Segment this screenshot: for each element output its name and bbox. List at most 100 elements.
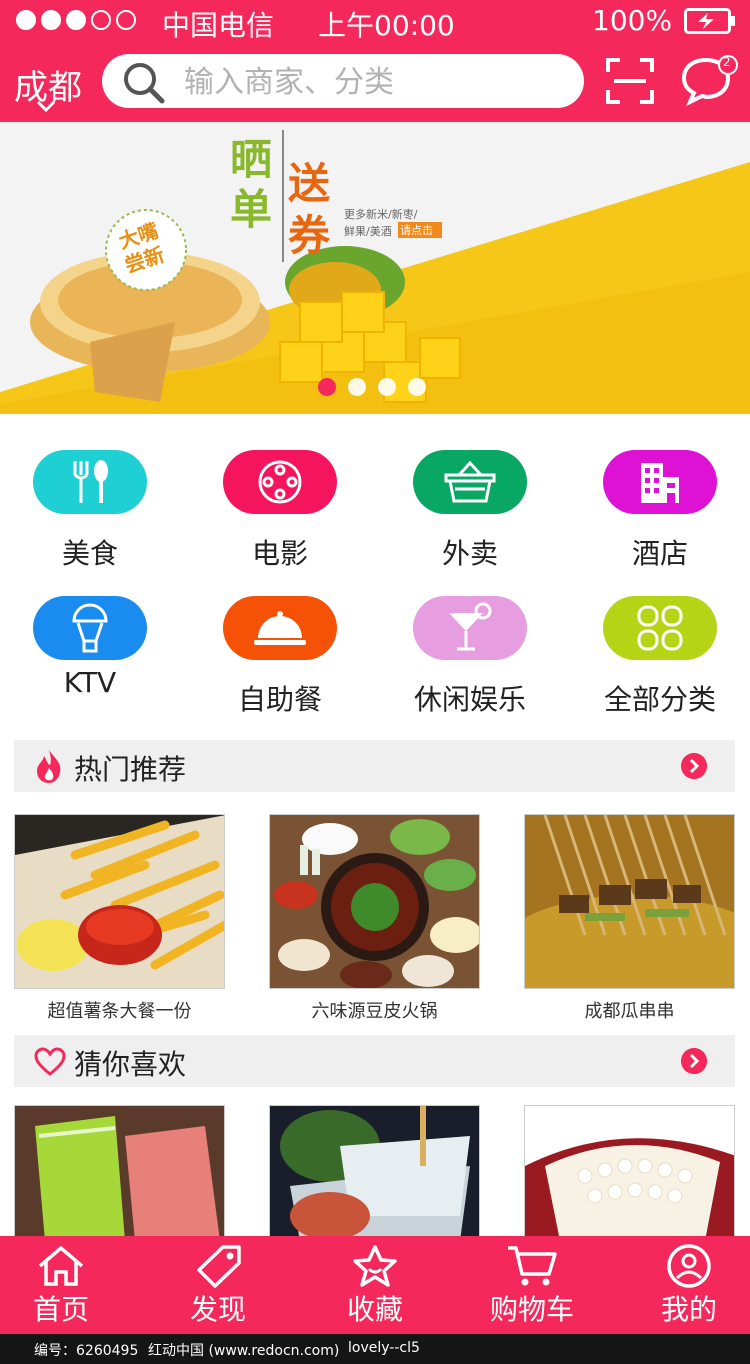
chat-bubble-icon — [681, 55, 738, 107]
tab-label: 发现 — [189, 1293, 246, 1326]
promo-banner[interactable]: 晒 单 送 券 大嘴 尝新 更多新米/新枣/ 鲜果/美酒 请点击 — [0, 122, 750, 414]
category-ktv[interactable]: KTV — [5, 596, 175, 699]
signal-dot-icon — [116, 10, 136, 30]
hotpot-image — [269, 814, 480, 989]
hotel-icon — [641, 463, 679, 503]
category-pill — [33, 450, 147, 514]
guess-item[interactable] — [14, 1105, 225, 1240]
fries-image — [14, 814, 225, 989]
category-pill — [223, 450, 337, 514]
section-title: 热门推荐 — [74, 753, 187, 786]
category-hotel[interactable]: 酒店 — [575, 450, 745, 572]
status-time: 上午00:00 — [318, 9, 455, 42]
tab-label: 收藏 — [346, 1293, 403, 1326]
category-label: 自助餐 — [237, 683, 322, 716]
carrier-name: 中国电信 — [162, 9, 275, 42]
item-title: 六味源豆皮火锅 — [311, 1001, 438, 1022]
battery-icon — [684, 8, 735, 34]
grid-icon — [637, 605, 683, 651]
banner-subtext: 鲜果/美酒 — [344, 225, 392, 238]
chevron-down-icon[interactable] — [36, 100, 56, 114]
category-all[interactable]: 全部分类 — [575, 596, 745, 718]
category-movie[interactable]: 电影 — [195, 450, 365, 572]
star-icon — [353, 1245, 397, 1287]
category-takeout[interactable]: 外卖 — [385, 450, 555, 572]
chevron-right-icon[interactable] — [681, 1048, 707, 1074]
category-buffet[interactable]: 自助餐 — [195, 596, 365, 718]
category-pill — [223, 596, 337, 660]
home-icon — [38, 1245, 84, 1286]
search-bar[interactable] — [102, 54, 584, 110]
signal-dot-icon — [41, 10, 61, 30]
battery-percent: 100% — [592, 4, 673, 37]
watermark-footer: 编号：6260495 红动中国 (www.redocn.com) lovely-… — [0, 1334, 750, 1364]
pager-dot[interactable] — [408, 378, 426, 396]
search-icon — [124, 63, 165, 104]
signal-dot-icon — [91, 10, 111, 30]
category-pill — [603, 450, 717, 514]
pager-dot-active[interactable] — [318, 378, 336, 396]
user-icon — [667, 1244, 711, 1288]
status-bar: 中国电信 上午00:00 100% — [0, 0, 750, 42]
cocktail-icon — [449, 602, 492, 651]
juice-image — [14, 1105, 225, 1240]
tag-icon — [197, 1245, 241, 1288]
signal-dots — [16, 10, 136, 30]
fork-spoon-icon — [73, 460, 108, 503]
pager-dot[interactable] — [348, 378, 366, 396]
category-label: 休闲娱乐 — [413, 683, 526, 716]
hot-item[interactable]: 成都瓜串串 — [524, 814, 735, 1023]
guess-item[interactable] — [269, 1105, 480, 1240]
category-pill — [603, 596, 717, 660]
category-food[interactable]: 美食 — [5, 450, 175, 572]
scan-icon[interactable] — [604, 56, 656, 106]
pager-dot[interactable] — [378, 378, 396, 396]
hot-item[interactable]: 超值薯条大餐一份 — [14, 814, 225, 1023]
search-input[interactable] — [182, 54, 566, 110]
category-label: 全部分类 — [603, 683, 716, 716]
tab-home[interactable]: 首页 — [0, 1236, 136, 1328]
chevron-right-icon[interactable] — [681, 753, 707, 779]
banner-pager — [318, 378, 426, 396]
signal-dot-icon — [66, 10, 86, 30]
tab-cart[interactable]: 购物车 — [457, 1236, 607, 1328]
category-label: 酒店 — [631, 537, 688, 570]
food-cloche-icon — [254, 611, 306, 645]
tab-label: 我的 — [660, 1293, 717, 1326]
category-pill — [33, 596, 147, 660]
category-label: 电影 — [251, 537, 308, 570]
tab-profile[interactable]: 我的 — [614, 1236, 750, 1328]
bottom-tab-bar: 首页 发现 收藏 购物车 我的 — [0, 1236, 750, 1334]
basket-icon — [444, 460, 496, 503]
signal-dot-icon — [16, 10, 36, 30]
category-pill — [413, 596, 527, 660]
category-label: KTV — [63, 666, 117, 699]
banner-cta[interactable]: 请点击 — [400, 222, 433, 238]
tab-label: 购物车 — [489, 1293, 574, 1326]
guess-item[interactable] — [524, 1105, 735, 1240]
cart-icon — [508, 1246, 557, 1286]
tab-label: 首页 — [32, 1293, 89, 1326]
hot-item[interactable]: 六味源豆皮火锅 — [269, 814, 480, 1023]
category-pill — [413, 450, 527, 514]
category-label: 外卖 — [441, 537, 498, 570]
hot-section-header[interactable]: 热门推荐 — [14, 740, 735, 792]
banner-char: 单 — [230, 185, 273, 234]
heart-icon — [34, 1047, 66, 1076]
item-title: 超值薯条大餐一份 — [47, 1001, 192, 1022]
film-reel-icon — [258, 460, 302, 504]
message-count-badge: 2 — [723, 55, 731, 69]
category-label: 美食 — [61, 537, 118, 570]
guess-section-header[interactable]: 猜你喜欢 — [14, 1035, 735, 1087]
tab-favorites[interactable]: 收藏 — [300, 1236, 450, 1328]
cocktail-image — [269, 1105, 480, 1240]
category-leisure[interactable]: 休闲娱乐 — [385, 596, 555, 718]
banner-artwork — [0, 122, 750, 414]
footer-author: lovely--cl5 — [348, 1340, 420, 1356]
banner-subtext: 更多新米/新枣/ — [344, 208, 418, 221]
item-title: 成都瓜串串 — [584, 1001, 675, 1022]
message-button[interactable]: 2 — [680, 52, 740, 112]
tab-discover[interactable]: 发现 — [143, 1236, 293, 1328]
cake-image — [524, 1105, 735, 1240]
section-title: 猜你喜欢 — [74, 1048, 187, 1081]
